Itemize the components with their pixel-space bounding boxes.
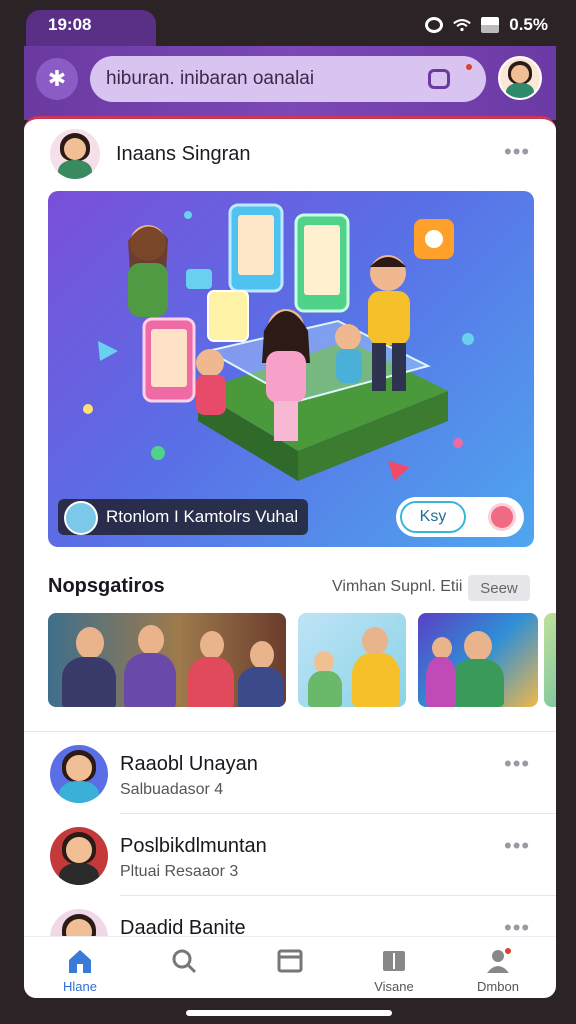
hero-caption-text: Rtonlom I Kamtolrs Vuhal bbox=[106, 507, 299, 526]
status-time: 19:08 bbox=[48, 15, 92, 34]
more-options-icon[interactable]: ••• bbox=[504, 753, 529, 775]
thumbnail[interactable] bbox=[418, 613, 538, 707]
nav-label: Hlane bbox=[63, 979, 97, 994]
nav-label: Dmbon bbox=[477, 979, 519, 994]
divider bbox=[24, 731, 556, 732]
phone-screen: 19:08 0.5% ✱ hiburan. inibaran oanalai I… bbox=[0, 0, 576, 1024]
nav-label: Visane bbox=[374, 979, 414, 994]
hero-action-pill: Ksy bbox=[396, 497, 524, 537]
divider bbox=[120, 895, 556, 896]
section-subtitle: Vimhan Supnl. Etii bbox=[332, 578, 463, 595]
thumbnail[interactable] bbox=[48, 613, 286, 707]
more-options-icon[interactable]: ••• bbox=[504, 141, 529, 163]
nav-home[interactable]: Hlane bbox=[40, 937, 120, 999]
thumbnail[interactable] bbox=[298, 613, 406, 707]
status-icons: 0.5% bbox=[425, 15, 548, 35]
section-title: Nopsgatiros bbox=[48, 575, 165, 597]
post-author-avatar[interactable] bbox=[50, 129, 100, 179]
hero-action-button[interactable]: Ksy bbox=[400, 501, 466, 533]
search-input[interactable]: hiburan. inibaran oanalai bbox=[90, 56, 486, 102]
app-logo-icon[interactable]: ✱ bbox=[36, 58, 78, 100]
nav-window[interactable] bbox=[250, 937, 330, 999]
feed: Inaans Singran ••• Rtonlom I Kamtolrs Vu… bbox=[24, 116, 556, 936]
thumbnail[interactable] bbox=[544, 613, 556, 707]
wifi-icon bbox=[453, 19, 472, 32]
alarm-icon bbox=[425, 17, 444, 33]
list-item[interactable]: Poslbikdlmuntan Pltuai Resaaor 3 ••• bbox=[24, 819, 556, 901]
camera-icon[interactable] bbox=[428, 69, 450, 89]
battery-icon bbox=[481, 17, 500, 33]
list-item-title: Raaobl Unayan bbox=[120, 753, 258, 775]
list-item[interactable]: Daadid Banite ••• bbox=[24, 901, 556, 936]
thumbnail-row bbox=[48, 613, 556, 709]
home-icon bbox=[69, 950, 91, 973]
window-icon bbox=[277, 949, 303, 973]
nav-search[interactable] bbox=[144, 937, 224, 999]
search-icon bbox=[172, 949, 197, 974]
list-item-title: Daadid Banite bbox=[120, 917, 246, 936]
post-header: Inaans Singran ••• bbox=[24, 119, 556, 191]
record-icon[interactable] bbox=[488, 503, 516, 531]
list-item-avatar bbox=[50, 909, 108, 936]
hero-illustration bbox=[83, 203, 474, 481]
profile-icon bbox=[487, 948, 511, 973]
caption-avatar-icon bbox=[64, 501, 98, 535]
profile-avatar[interactable] bbox=[498, 56, 542, 100]
hero-caption: Rtonlom I Kamtolrs Vuhal bbox=[58, 499, 309, 535]
post-hero-image[interactable]: Rtonlom I Kamtolrs Vuhal Ksy bbox=[48, 191, 534, 547]
more-options-icon[interactable]: ••• bbox=[504, 917, 529, 937]
bottom-navigation: Hlane Visane Dmbon bbox=[24, 936, 556, 998]
status-bar: 19:08 0.5% bbox=[0, 0, 576, 48]
list-item-avatar bbox=[50, 827, 108, 885]
list-item-subtitle: Salbuadasor 4 bbox=[120, 781, 224, 798]
list-item-title: Poslbikdlmuntan bbox=[120, 835, 267, 857]
list-item-avatar bbox=[50, 745, 108, 803]
divider bbox=[120, 813, 556, 814]
notification-dot bbox=[466, 64, 472, 70]
list-item[interactable]: Raaobl Unayan Salbuadasor 4 ••• bbox=[24, 737, 556, 819]
battery-level: 0.5% bbox=[509, 15, 548, 34]
home-indicator[interactable] bbox=[186, 1010, 392, 1016]
search-text: hiburan. inibaran oanalai bbox=[106, 68, 315, 89]
nav-library[interactable]: Visane bbox=[354, 937, 434, 999]
more-options-icon[interactable]: ••• bbox=[504, 835, 529, 857]
list-item-subtitle: Pltuai Resaaor 3 bbox=[120, 863, 239, 880]
post-author-name[interactable]: Inaans Singran bbox=[116, 143, 251, 166]
see-all-button[interactable]: Seew bbox=[468, 575, 530, 601]
app-header: ✱ hiburan. inibaran oanalai bbox=[24, 46, 556, 120]
nav-profile[interactable]: Dmbon bbox=[458, 937, 538, 999]
book-icon bbox=[383, 951, 405, 971]
